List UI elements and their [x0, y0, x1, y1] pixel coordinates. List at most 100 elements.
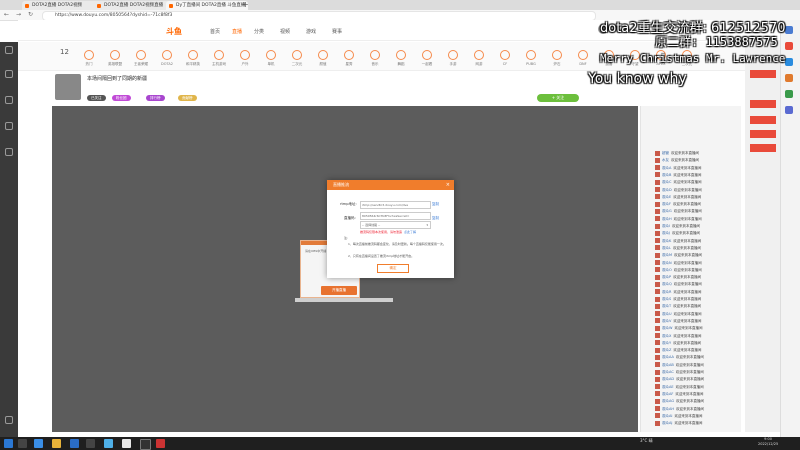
chat-message[interactable]: 观众G 欢迎来到本直播间 [655, 208, 702, 215]
chat-username[interactable]: 观众C [662, 180, 671, 184]
chat-message[interactable]: 观众D 欢迎来到本直播间 [655, 187, 702, 194]
category-item[interactable]: 星秀 [340, 50, 358, 67]
chat-username[interactable]: 超管 [662, 151, 669, 155]
category-item[interactable]: 颜值 [314, 50, 332, 67]
chat-message[interactable]: 观众AB 欢迎来到本直播间 [655, 362, 704, 369]
chat-username[interactable]: 观众M [662, 253, 672, 257]
chat-username[interactable]: 观众Z [662, 348, 671, 352]
nav-event[interactable]: 赛事 [332, 28, 342, 35]
browser-tab-2[interactable]: DOTA2直播 DOTA2视频直播 × [94, 1, 174, 10]
nav-live[interactable]: 直播 [232, 28, 242, 35]
chat-message[interactable]: 观众AI 欢迎来到本直播间 [655, 413, 702, 420]
chat-message[interactable]: 观众Z 欢迎来到本直播间 [655, 347, 701, 354]
chat-username[interactable]: 观众AG [662, 399, 674, 403]
chat-username[interactable]: 观众X [662, 334, 671, 338]
category-item[interactable]: 单机 [262, 50, 280, 67]
chat-message[interactable]: 观众H 欢迎来到本直播间 [655, 216, 702, 223]
learn-more-link[interactable]: 点此了解 [404, 230, 416, 234]
chat-message[interactable]: 观众M 欢迎来到本直播间 [655, 252, 702, 259]
chat-username[interactable]: 观众O [662, 268, 672, 272]
badge-fans[interactable]: 粉丝团 [112, 95, 131, 101]
ad-badge[interactable] [750, 130, 776, 138]
forward-icon[interactable]: → [16, 11, 21, 18]
chat-username[interactable]: 观众J [662, 231, 670, 235]
chat-username[interactable]: 观众AC [662, 370, 674, 374]
copy-rtmp-button[interactable]: 复制 [432, 202, 439, 207]
chat-message[interactable]: 观众B 欢迎来到本直播间 [655, 172, 701, 179]
badge-contrib[interactable]: 贡献榜 [178, 95, 197, 101]
clock[interactable]: 9:00 2022/12/25 [758, 437, 778, 447]
category-item[interactable]: 和平精英 [184, 50, 202, 67]
chat-message[interactable]: 观众L 欢迎来到本直播间 [655, 245, 701, 252]
chat-message[interactable]: 观众K 欢迎来到本直播间 [655, 238, 701, 245]
rail-settings-icon[interactable] [3, 416, 15, 428]
category-item[interactable]: DOTA2 [158, 50, 176, 66]
search-icon[interactable] [18, 439, 27, 448]
copy-code-button[interactable]: 复制 [432, 216, 439, 221]
chat-username[interactable]: 观众S [662, 297, 671, 301]
category-item[interactable]: DNF [574, 50, 592, 66]
chat-username[interactable]: 观众Y [662, 341, 671, 345]
category-item[interactable]: 音乐 [366, 50, 384, 67]
rail-category-icon[interactable] [3, 96, 15, 108]
chat-message[interactable]: 超管 欢迎来到本直播间 [655, 150, 699, 157]
chat-username[interactable]: 观众V [662, 319, 671, 323]
chat-username[interactable]: 观众E [662, 195, 671, 199]
chat-username[interactable]: 观众I [662, 224, 670, 228]
rail-home-icon[interactable] [3, 46, 15, 58]
rail-game-icon[interactable] [3, 148, 15, 160]
chat-message[interactable]: 观众W 欢迎来到本直播间 [655, 325, 702, 332]
chat-message[interactable]: 观众AG 欢迎来到本直播间 [655, 398, 704, 405]
weather-text[interactable]: 3°C 晴 [640, 438, 653, 444]
chat-username[interactable]: 观众AD [662, 377, 674, 381]
chat-username[interactable]: 观众Q [662, 282, 672, 286]
category-item[interactable]: 王者荣耀 [132, 50, 150, 67]
chat-message[interactable]: 观众AA 欢迎来到本直播间 [655, 354, 704, 361]
file-explorer-icon[interactable] [52, 439, 61, 448]
windows-start-icon[interactable] [4, 439, 13, 448]
streamer-avatar[interactable] [55, 74, 81, 100]
nav-game[interactable]: 游戏 [306, 28, 316, 35]
category-item[interactable]: 户外 [236, 50, 254, 67]
ad-badge[interactable] [750, 70, 776, 78]
chat-message[interactable]: 观众AD 欢迎来到本直播间 [655, 376, 704, 383]
extension-icon[interactable] [785, 106, 793, 114]
site-logo[interactable]: 斗鱼 [166, 26, 182, 37]
chat-message[interactable]: 观众O 欢迎来到本直播间 [655, 267, 702, 274]
extension-icon[interactable] [785, 42, 793, 50]
ad-badge[interactable] [750, 144, 776, 152]
app-icon[interactable] [104, 439, 113, 448]
stream-code-field[interactable]: 8050564r6CTb8Fhv?wsSecret= [360, 212, 431, 220]
chat-message[interactable]: 观众E 欢迎来到本直播间 [655, 194, 701, 201]
chat-message[interactable]: 观众Y 欢迎来到本直播间 [655, 340, 701, 347]
line-select[interactable]: -- 选择线路 -- ▾ [360, 221, 431, 229]
chat-message[interactable]: 观众V 欢迎来到本直播间 [655, 318, 701, 325]
browser-tab-1[interactable]: DOTA2直播 DOTA2视频 × [22, 1, 102, 10]
edge-browser-icon[interactable] [34, 439, 43, 448]
chat-message[interactable]: 观众S 欢迎来到本直播间 [655, 296, 701, 303]
chat-username[interactable]: 观众B [662, 173, 671, 177]
chat-username[interactable]: 观众R [662, 290, 671, 294]
back-icon[interactable]: ← [4, 11, 9, 18]
chat-message[interactable]: 观众R 欢迎来到本直播间 [655, 289, 701, 296]
chat-message[interactable]: 观众Q 欢迎来到本直播间 [655, 281, 702, 288]
category-item[interactable]: CF [496, 50, 514, 66]
browser-tab-3[interactable]: Dy丁直播间 DOTA2直播 斗鱼直播 × [166, 1, 248, 10]
rtmp-address-field[interactable]: rtmp://sendtc3.douyu.com/live [360, 201, 431, 209]
category-item[interactable]: 一起看 [418, 50, 436, 67]
chat-username[interactable]: 观众U [662, 312, 672, 316]
category-item[interactable]: 主机游戏 [210, 50, 228, 67]
chat-message[interactable]: 观众F 欢迎来到本直播间 [655, 201, 701, 208]
category-item[interactable]: 舞蹈 [392, 50, 410, 67]
chat-username[interactable]: 观众K [662, 239, 671, 243]
app-icon[interactable] [156, 439, 165, 448]
chat-username[interactable]: 观众AH [662, 407, 674, 411]
app-icon[interactable] [70, 439, 79, 448]
category-item[interactable]: 网游 [470, 50, 488, 67]
obs-icon[interactable] [140, 439, 151, 450]
chat-message[interactable]: 观众J 欢迎来到本直播间 [655, 230, 700, 237]
follow-button[interactable]: + 关注 [537, 94, 579, 102]
chat-username[interactable]: 观众H [662, 217, 672, 221]
chat-username[interactable]: 观众AI [662, 414, 672, 418]
chat-message[interactable]: 观众P 欢迎来到本直播间 [655, 274, 701, 281]
